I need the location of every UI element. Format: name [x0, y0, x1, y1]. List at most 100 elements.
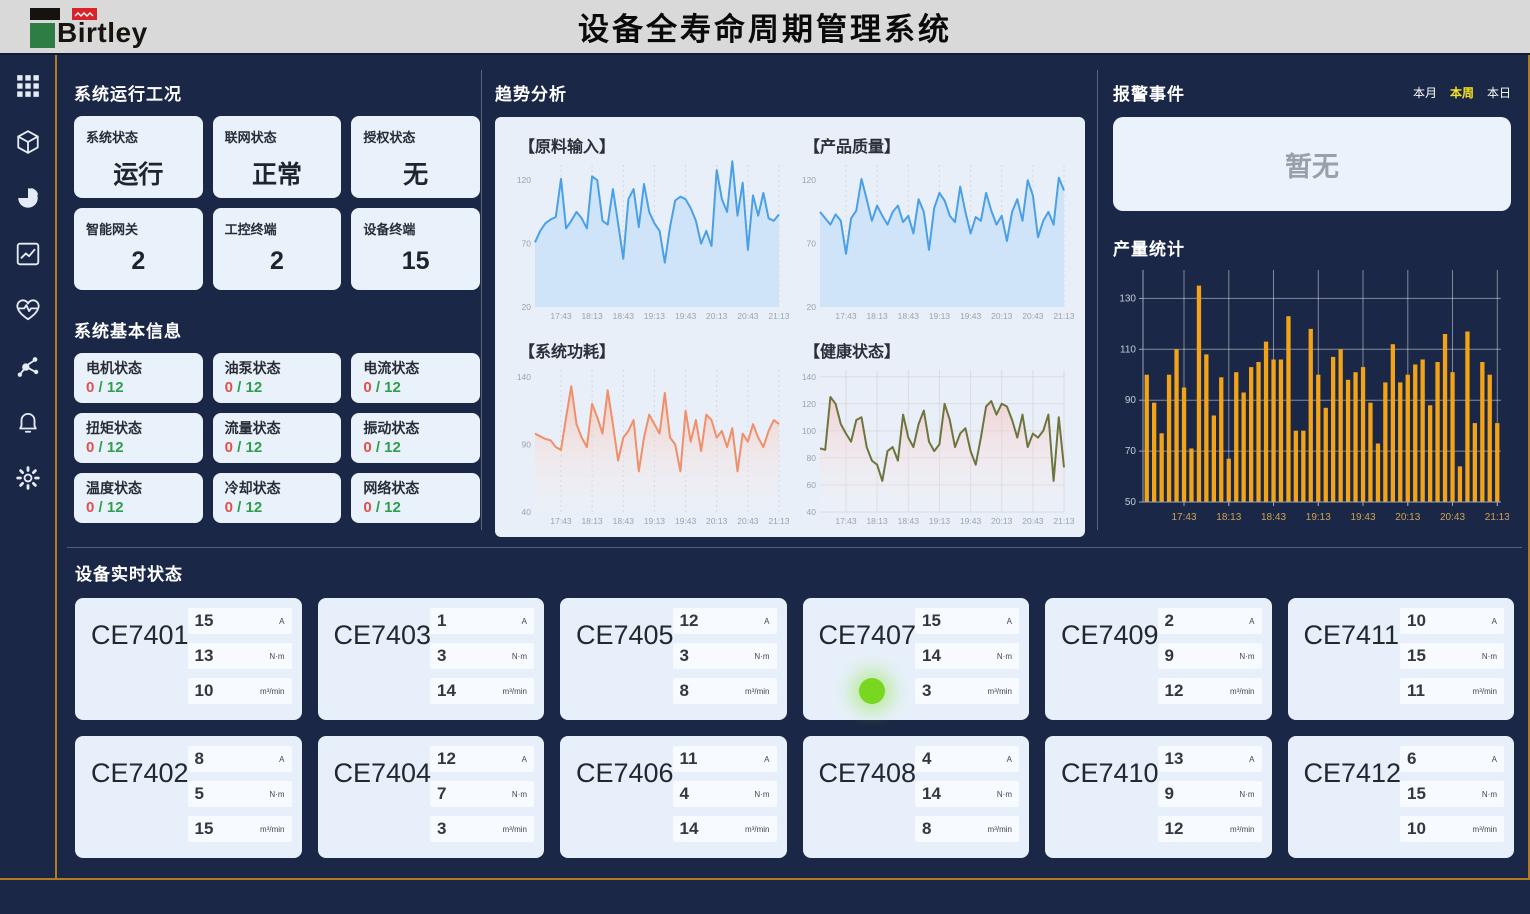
metric-unit: A	[764, 755, 769, 764]
trend-chart-title: 【系统功耗】	[519, 338, 791, 362]
metric-value: 12	[437, 749, 456, 769]
info-card-label: 电机状态	[86, 358, 191, 378]
metric-row: 8m³/min	[915, 816, 1019, 842]
equipment-card-CE7405[interactable]: CE7405 12A3N·m8m³/min	[560, 598, 787, 720]
alarm-empty-text: 暂无	[1285, 145, 1339, 184]
status-card-5: 设备终端 15	[351, 208, 480, 290]
svg-text:20: 20	[522, 302, 532, 312]
svg-text:100: 100	[802, 426, 816, 436]
metric-value: 7	[437, 784, 446, 804]
equipment-card-CE7408[interactable]: CE7408 4A14N·m8m³/min	[803, 736, 1030, 858]
sidebar-nav	[0, 55, 57, 878]
svg-text:20:13: 20:13	[991, 516, 1013, 526]
equipment-card-CE7410[interactable]: CE7410 13A9N·m12m³/min	[1045, 736, 1272, 858]
svg-text:21:13: 21:13	[768, 311, 789, 321]
info-card-5: 振动状态 0 / 12	[351, 413, 480, 463]
equipment-card-CE7411[interactable]: CE7411 10A15N·m11m³/min	[1288, 598, 1515, 720]
svg-text:140: 140	[517, 372, 531, 382]
status-card-value: 15	[363, 247, 468, 276]
metric-row: 14N·m	[915, 643, 1019, 669]
svg-text:20:43: 20:43	[737, 516, 759, 526]
metric-row: 8A	[188, 746, 292, 772]
metric-row: 12A	[673, 608, 777, 634]
metric-value: 15	[922, 611, 941, 631]
apps-grid-icon[interactable]	[12, 70, 44, 102]
svg-text:40: 40	[522, 507, 532, 517]
equipment-name: CE7412	[1304, 758, 1402, 789]
svg-text:40: 40	[807, 507, 817, 517]
equipment-card-CE7403[interactable]: CE7403 1A3N·m14m³/min	[318, 598, 545, 720]
status-card-value: 运行	[86, 155, 191, 191]
svg-text:19:43: 19:43	[960, 311, 982, 321]
info-card-2: 电流状态 0 / 12	[351, 353, 480, 403]
logo-green-square	[30, 23, 55, 48]
metric-value: 3	[437, 819, 446, 839]
alarm-tab-1[interactable]: 本周	[1450, 84, 1474, 101]
svg-text:17:43: 17:43	[835, 311, 857, 321]
trend-chart-health: 40608010012014017:4318:1318:4319:1319:43…	[792, 362, 1074, 528]
metric-unit: N·m	[1482, 790, 1497, 799]
equipment-card-CE7402[interactable]: CE7402 8A5N·m15m³/min	[75, 736, 302, 858]
info-card-label: 网络状态	[363, 478, 468, 498]
equipment-card-CE7401[interactable]: CE7401 15A13N·m10m³/min	[75, 598, 302, 720]
svg-text:18:13: 18:13	[866, 311, 888, 321]
metric-value: 14	[437, 681, 456, 701]
metric-row: 13N·m	[188, 643, 292, 669]
equipment-card-CE7406[interactable]: CE7406 11A4N·m14m³/min	[560, 736, 787, 858]
line-chart-icon[interactable]	[12, 238, 44, 270]
trend-chart-title: 【健康状态】	[804, 338, 1076, 362]
metric-row: 12 m³/min	[1158, 816, 1262, 842]
svg-text:70: 70	[1125, 446, 1137, 457]
pie-chart-icon[interactable]	[12, 182, 44, 214]
metric-row: 15N·m	[1400, 643, 1504, 669]
metric-row: 2A	[1158, 608, 1262, 634]
metric-unit: N·m	[754, 652, 769, 661]
health-pulse-icon[interactable]	[12, 294, 44, 326]
equipment-card-CE7409[interactable]: CE7409 2A9N·m12m³/min	[1045, 598, 1272, 720]
metric-row: 15A	[915, 608, 1019, 634]
trend-cell-health: 【健康状态】 40608010012014017:4318:1318:4319:…	[792, 334, 1076, 533]
metric-value: 10	[195, 681, 214, 701]
svg-text:20:43: 20:43	[1022, 311, 1044, 321]
metric-value: 8	[195, 749, 204, 769]
gear-icon[interactable]	[12, 462, 44, 494]
metric-row: 10m³/min	[1400, 816, 1504, 842]
metric-value: 10	[1407, 819, 1426, 839]
info-card-label: 冷却状态	[225, 478, 330, 498]
molecule-icon[interactable]	[12, 350, 44, 382]
status-card-4: 工控终端 2	[213, 208, 342, 290]
total-count: / 12	[237, 379, 262, 396]
basic-info-title: 系统基本信息	[74, 317, 480, 342]
equipment-grid: CE7401 15A13N·m10m³/min CE7403 1A3N·m14m…	[75, 598, 1514, 858]
metric-unit: A	[1249, 755, 1254, 764]
svg-text:20:43: 20:43	[737, 311, 759, 321]
equipment-card-CE7412[interactable]: CE7412 6A15N·m10m³/min	[1288, 736, 1515, 858]
cube-icon[interactable]	[12, 126, 44, 158]
metric-unit: N·m	[269, 652, 284, 661]
svg-text:21:13: 21:13	[1053, 516, 1074, 526]
status-card-label: 系统状态	[86, 127, 191, 146]
metric-unit: m³/min	[988, 687, 1012, 696]
info-card-4: 流量状态 0 / 12	[213, 413, 342, 463]
equipment-name: CE7411	[1304, 620, 1400, 651]
metric-unit: N·m	[512, 652, 527, 661]
svg-text:19:43: 19:43	[675, 516, 697, 526]
alarm-title: 报警事件	[1113, 80, 1185, 105]
svg-text:18:13: 18:13	[581, 516, 603, 526]
info-card-7: 冷却状态 0 / 12	[213, 473, 342, 523]
bell-icon[interactable]	[12, 406, 44, 438]
system-status-column: 系统运行工况 系统状态 运行 联网状态 正常 授权状态 无 智能网关 2 工控终…	[74, 80, 480, 523]
equipment-card-CE7407[interactable]: CE7407 15A14N·m3m³/min	[803, 598, 1030, 720]
equipment-card-CE7404[interactable]: CE7404 12A7N·m3m³/min	[318, 736, 545, 858]
metric-unit: A	[279, 617, 284, 626]
metric-unit: N·m	[512, 790, 527, 799]
metric-value: 12	[1165, 819, 1184, 839]
svg-text:19:13: 19:13	[929, 311, 951, 321]
svg-text:140: 140	[802, 372, 816, 382]
alarm-tab-2[interactable]: 本日	[1487, 84, 1511, 101]
metric-unit: m³/min	[1230, 825, 1254, 834]
main-area: 系统运行工况 系统状态 运行 联网状态 正常 授权状态 无 智能网关 2 工控终…	[0, 55, 1530, 878]
run-status-title: 系统运行工况	[74, 85, 182, 104]
alarm-tab-0[interactable]: 本月	[1413, 84, 1437, 101]
svg-text:19:43: 19:43	[675, 311, 697, 321]
